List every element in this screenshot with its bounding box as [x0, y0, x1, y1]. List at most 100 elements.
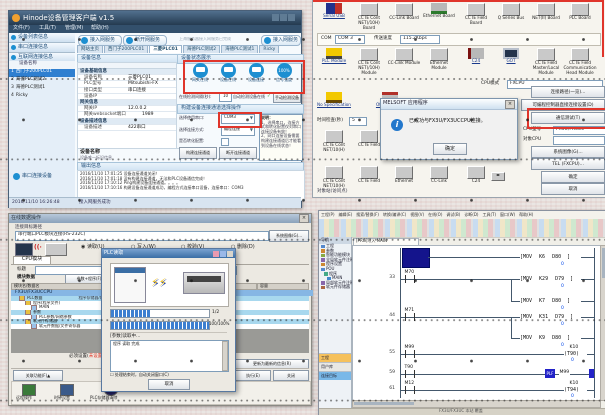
- plc-read-title-bar[interactable]: PLC读取: [102, 249, 235, 258]
- menu-help[interactable]: 帮助(H): [519, 213, 533, 218]
- tab-home[interactable]: 网站主页: [77, 45, 103, 53]
- melsoft-dialog-title[interactable]: MELSOFT 应用程序 ×: [381, 99, 517, 110]
- nav-tab-userlib[interactable]: 用户库: [319, 362, 351, 371]
- title-bar[interactable]: Hinode设备管理客户端 v1.5: [9, 11, 301, 25]
- dialog-title-bar[interactable]: 在线数据操作 ×: [9, 214, 311, 223]
- menu-manage[interactable]: 管理(M): [65, 26, 83, 32]
- com-port-field[interactable]: COM 3: [335, 35, 365, 44]
- plf-instruction-block[interactable]: PLF: [545, 369, 555, 378]
- menu-help[interactable]: 帮助(H): [91, 26, 109, 32]
- property-row[interactable]: 设备描述422串口: [78, 125, 176, 131]
- maximize-icon[interactable]: [220, 251, 226, 257]
- timer-coil[interactable]: T94: [564, 387, 579, 393]
- contact-symbol[interactable]: [405, 370, 415, 378]
- close-button[interactable]: 关闭: [273, 370, 309, 381]
- module-ccie-cont[interactable]: CC IE Cont NET(/10H) Module: [352, 48, 386, 75]
- board-ethernet[interactable]: Ethernet Board: [422, 3, 456, 19]
- minimize-button[interactable]: [272, 14, 279, 21]
- board-serial-usb[interactable]: Serial USB: [317, 3, 351, 19]
- instruction-mov-4[interactable]: MOVK31D79: [520, 314, 573, 320]
- horizontal-scrollbar[interactable]: [352, 400, 601, 408]
- sidebar-section-serial[interactable]: 串口连接信息: [9, 43, 75, 53]
- board-ccie-cont[interactable]: CC IE Cont NET(/10H) Board: [352, 3, 386, 30]
- module-row5-1[interactable]: CC IE Cont NET/10(H): [317, 166, 351, 189]
- no-specification-item[interactable]: No Specification: [317, 92, 351, 108]
- module-row5-4[interactable]: CC-Link: [422, 166, 456, 184]
- device-row-1[interactable]: 1西门子200PLC01: [9, 69, 75, 77]
- instruction-mov-1[interactable]: MOVK6D80: [520, 254, 570, 260]
- list-scrollbar[interactable]: [222, 341, 228, 371]
- board-net2[interactable]: NET(II) Board: [529, 3, 563, 21]
- progress-cancel-button[interactable]: 取消: [148, 379, 190, 390]
- time-check-field[interactable]: 5: [349, 117, 367, 126]
- module-row5-3[interactable]: Ethernet: [387, 166, 421, 184]
- baud-field[interactable]: 115.2Kbps: [400, 35, 440, 44]
- interval-input[interactable]: 10: [219, 93, 232, 102]
- menu-debug[interactable]: 调试(B): [446, 213, 460, 218]
- tab-mitsubishi[interactable]: 三菱PLC01: [149, 45, 182, 53]
- menu-compile[interactable]: 转换/编译(C): [383, 213, 406, 218]
- nav-tab-project[interactable]: 工程: [319, 353, 351, 362]
- close-icon[interactable]: ×: [299, 214, 309, 223]
- menu-diagnostics[interactable]: 诊断(D): [464, 213, 478, 218]
- auto-check-checkbox[interactable]: ✓: [267, 94, 271, 99]
- melsoft-ok-button[interactable]: 确定: [433, 143, 467, 155]
- sidebar-section-devices[interactable]: 设备列表信息: [9, 33, 75, 43]
- menu-project[interactable]: 工程(P): [321, 213, 335, 218]
- close-icon[interactable]: [227, 251, 233, 257]
- build-channel-button[interactable]: 构建连接通道: [179, 147, 217, 159]
- close-button[interactable]: [288, 14, 295, 21]
- connection-route-button[interactable]: 连接路径(一览)...: [531, 86, 605, 98]
- menu-online[interactable]: 在线(O): [428, 213, 442, 218]
- ladder-canvas[interactable]: MOVK6D80 0 M70 33 MOVK29D79 0 MOVK7D80 0…: [352, 245, 601, 401]
- device-row-3[interactable]: 3海德PLC测试1: [9, 85, 75, 93]
- contact-symbol[interactable]: [405, 313, 415, 321]
- ladder-cursor-cell[interactable]: [402, 248, 430, 268]
- close-icon[interactable]: ×: [505, 100, 515, 109]
- tel-button[interactable]: TEL (FXCPU)...: [531, 158, 605, 170]
- break-channel-button[interactable]: 断开连接通道: [219, 147, 257, 159]
- ok-button[interactable]: 确定: [541, 171, 605, 183]
- module-row4-1[interactable]: CC IE Cont NET/10(H): [317, 130, 351, 153]
- transform-checkbox[interactable]: [221, 138, 229, 146]
- tab-test2[interactable]: 海德PLC测试2: [183, 45, 220, 53]
- module-ccie-master[interactable]: CC IE Field Master/Local Module: [529, 48, 563, 75]
- module-cclink[interactable]: CC-Link Module: [387, 48, 421, 66]
- cancel-button[interactable]: 取消: [541, 183, 605, 195]
- board-ccie-field[interactable]: CC IE Field Board: [459, 3, 493, 26]
- system-image-button[interactable]: 系统图像(G)...: [531, 146, 605, 158]
- instruction-mov-3[interactable]: MOVK7D80: [520, 298, 570, 304]
- board-cclink[interactable]: CC-Link Board: [387, 3, 421, 21]
- module-ccie-head[interactable]: CC IE Field Communication Head Module: [563, 48, 597, 75]
- tab-siemens[interactable]: 西门子200PLC01: [104, 45, 148, 53]
- module-c24[interactable]: C24: [459, 48, 493, 64]
- auto-close-checkbox[interactable]: ☐ 处理结束时，自动关闭窗口(C): [110, 373, 169, 378]
- scrollbar-thumb[interactable]: [354, 402, 414, 405]
- device-row-2[interactable]: 2海德PLC测试2: [9, 77, 75, 85]
- menu-edit[interactable]: 编辑(E): [339, 213, 353, 218]
- system-image-button[interactable]: 系统图像(G)...: [269, 230, 309, 242]
- tab-ricky[interactable]: Ricky: [259, 45, 279, 53]
- module-ethernet[interactable]: Ethernet Module: [422, 48, 456, 71]
- sidebar-bottom-item[interactable]: 串口连接设备: [11, 173, 52, 180]
- nav-tab-connection[interactable]: 连接目标: [319, 371, 351, 380]
- menu-view[interactable]: 视图(V): [410, 213, 424, 218]
- tab-test1[interactable]: 海德PLC测试1: [221, 45, 258, 53]
- nav-item-device-memory[interactable]: 软元件存储器: [319, 285, 351, 290]
- col-capacity[interactable]: 容量: [257, 283, 309, 290]
- board-qbus[interactable]: Q Series Bus: [494, 3, 528, 21]
- execute-button[interactable]: 执行(E): [235, 370, 271, 381]
- module-row5-2[interactable]: CC IE Field: [352, 166, 386, 184]
- menu-tools[interactable]: 工具(T): [39, 26, 56, 32]
- module-plc[interactable]: PLC Module: [317, 48, 351, 64]
- menu-file[interactable]: 文件(F): [13, 26, 30, 32]
- menu-window[interactable]: 窗口(W): [500, 213, 515, 218]
- module-row5-5[interactable]: C24: [459, 166, 493, 184]
- scroll-arrows[interactable]: ◂▸: [491, 172, 505, 181]
- board-plc[interactable]: PLC Board: [563, 3, 597, 21]
- related-functions-button[interactable]: 关联功能(F)▲: [13, 370, 63, 381]
- maximize-button[interactable]: [280, 14, 287, 21]
- contact-symbol[interactable]: [405, 275, 415, 283]
- contact-symbol[interactable]: [405, 350, 415, 358]
- scrollbar-thumb[interactable]: [602, 248, 605, 278]
